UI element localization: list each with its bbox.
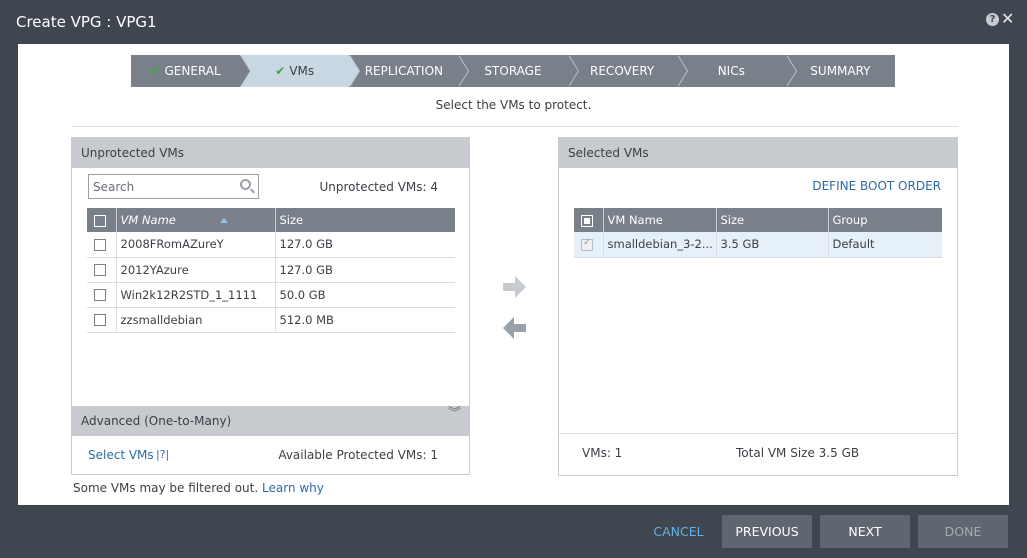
vm-name: Win2k12R2STD_1_1111 (116, 282, 276, 308)
unprotected-vms-table: VM Name Size 2008FRomAZureY 127.0 GB 201… (87, 208, 455, 333)
available-protected-count: Available Protected VMs: 1 (278, 448, 438, 462)
vm-size: 127.0 GB (275, 257, 455, 283)
total-vm-size: Total VM Size 3.5 GB (736, 446, 860, 460)
double-chevron-down-icon[interactable]: ︾ (448, 407, 461, 420)
divider (72, 126, 958, 127)
filter-note: Some VMs may be filtered out. Learn why (73, 481, 324, 495)
step-summary[interactable]: SUMMARY (785, 55, 895, 87)
next-button[interactable]: NEXT (820, 515, 910, 548)
column-header-size[interactable]: Size (716, 208, 829, 232)
step-label: SUMMARY (810, 64, 871, 78)
select-all-checkbox[interactable] (581, 214, 593, 227)
step-label: VMs (289, 64, 315, 78)
vm-name: smalldebian_3-2... (603, 232, 717, 258)
unprotected-count: Unprotected VMs: 4 (319, 180, 438, 194)
table-row[interactable]: smalldebian_3-2... 3.5 GB Default (574, 232, 942, 258)
cancel-button[interactable]: CANCEL (645, 515, 712, 548)
define-boot-order-link[interactable]: DEFINE BOOT ORDER (812, 179, 941, 193)
select-all-cell (574, 208, 604, 232)
step-label: RECOVERY (590, 64, 655, 78)
select-all-checkbox[interactable] (94, 214, 106, 227)
selected-vms-count: VMs: 1 (582, 446, 623, 460)
check-icon: ✔ (275, 64, 286, 78)
step-recovery[interactable]: RECOVERY (567, 55, 688, 87)
step-storage[interactable]: STORAGE (458, 55, 579, 87)
row-checkbox[interactable] (94, 264, 106, 276)
table-row[interactable]: Win2k12R2STD_1_1111 50.0 GB (87, 282, 455, 308)
learn-why-link[interactable]: Learn why (262, 481, 324, 495)
select-all-cell (87, 208, 117, 232)
check-icon: ✔ (150, 64, 161, 78)
step-nics[interactable]: NICs (676, 55, 797, 87)
vm-size: 512.0 MB (275, 307, 455, 333)
advanced-label: Advanced (One-to-Many) (81, 414, 232, 428)
search-icon[interactable] (240, 179, 251, 190)
previous-button[interactable]: PREVIOUS (722, 515, 812, 548)
step-label: NICs (717, 64, 745, 78)
vm-size: 127.0 GB (275, 232, 455, 258)
done-button[interactable]: DONE (918, 515, 1008, 548)
row-checkbox[interactable] (94, 314, 106, 326)
vm-name: zzsmalldebian (116, 307, 276, 333)
panel-header: Selected VMs (559, 138, 957, 168)
title-bar: Create VPG : VPG1 ? ✕ (0, 0, 1027, 44)
column-header-group[interactable]: Group (828, 208, 942, 232)
unprotected-vms-panel: Unprotected VMs Unprotected VMs: 4 VM Na… (71, 137, 470, 475)
footer-divider (559, 433, 957, 434)
step-vms[interactable]: ✔ VMs (240, 55, 361, 87)
vm-name: 2008FRomAZureY (116, 232, 276, 258)
help-icon[interactable]: ? (986, 13, 999, 26)
advanced-section-toggle[interactable]: Advanced (One-to-Many) ︾ (72, 406, 469, 436)
panel-header: Unprotected VMs (72, 138, 469, 168)
step-label: GENERAL (164, 64, 221, 78)
table-row[interactable]: 2012YAzure 127.0 GB (87, 257, 455, 283)
step-replication[interactable]: REPLICATION (349, 55, 470, 87)
search-box (88, 174, 259, 199)
vm-group[interactable]: Default (828, 232, 942, 258)
close-icon[interactable]: ✕ (1001, 9, 1014, 28)
step-label: REPLICATION (364, 64, 444, 78)
table-row[interactable]: 2008FRomAZureY 127.0 GB (87, 232, 455, 258)
vm-name: 2012YAzure (116, 257, 276, 283)
wizard-steps: ✔ GENERAL ✔ VMs REPLICATION STORAGE RECO… (131, 55, 895, 87)
selected-vms-panel: Selected VMs DEFINE BOOT ORDER VM Name S… (558, 137, 958, 476)
move-right-arrow-icon[interactable] (503, 276, 527, 298)
selected-vms-table: VM Name Size Group smalldebian_3-2... 3.… (574, 208, 942, 258)
column-header-vm-name[interactable]: VM Name (116, 208, 276, 232)
search-input[interactable] (89, 175, 229, 198)
vm-size: 3.5 GB (716, 232, 829, 258)
column-header-size[interactable]: Size (275, 208, 455, 232)
column-label: VM Name (120, 213, 176, 227)
select-vms-link[interactable]: Select VMs (88, 448, 154, 462)
step-general[interactable]: ✔ GENERAL (131, 55, 252, 87)
move-left-arrow-icon[interactable] (503, 317, 527, 339)
vm-size: 50.0 GB (275, 282, 455, 308)
row-checkbox (581, 237, 593, 251)
page-subtitle: Select the VMs to protect. (435, 98, 592, 112)
column-header-vm-name[interactable]: VM Name (603, 208, 717, 232)
row-checkbox[interactable] (94, 238, 106, 251)
row-checkbox[interactable] (94, 289, 106, 301)
table-row[interactable]: zzsmalldebian 512.0 MB (87, 307, 455, 333)
step-label: STORAGE (484, 64, 542, 78)
window-title: Create VPG : VPG1 (16, 13, 157, 31)
sort-asc-icon[interactable] (219, 218, 228, 223)
help-link[interactable]: |?| (156, 448, 169, 461)
filter-note-text: Some VMs may be filtered out. (73, 481, 259, 495)
